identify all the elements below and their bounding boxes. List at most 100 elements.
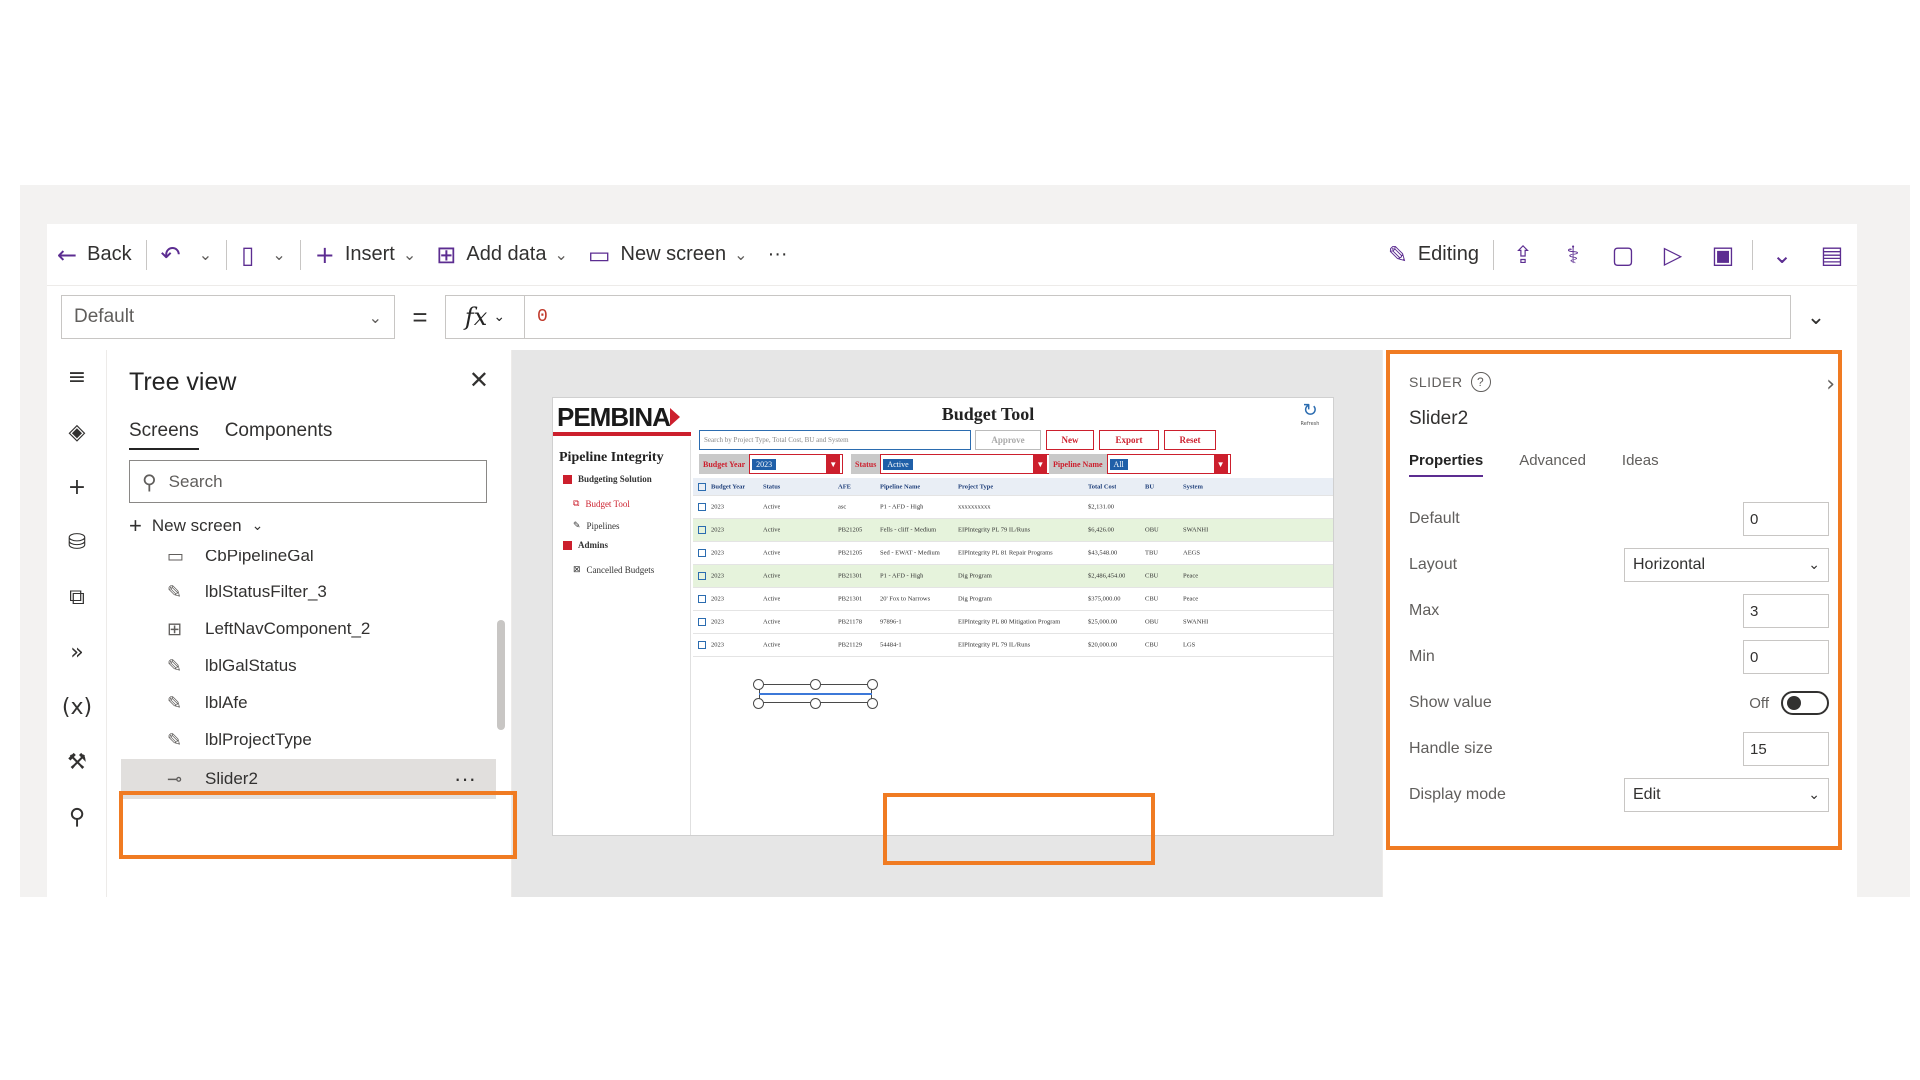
tab-components[interactable]: Components	[225, 420, 333, 450]
row-checkbox[interactable]	[698, 641, 706, 649]
help-icon[interactable]: ?	[1470, 372, 1491, 392]
table-row[interactable]: 2023 Active PB21301 P1 - AFD - High Dig Prog…	[693, 565, 1333, 588]
new-screen-tree-label: New screen	[151, 516, 242, 535]
tab-advanced[interactable]: Advanced	[1519, 452, 1586, 477]
media-rail-button[interactable]: ⧉	[47, 570, 107, 625]
tree-view-rail-button[interactable]: ◈	[47, 405, 107, 460]
add-data-button[interactable]: ⊞ Add data ⌄	[426, 235, 578, 275]
gallery-icon: ▭	[167, 550, 185, 567]
square-icon	[563, 540, 572, 550]
add-data-label: Add data	[466, 243, 547, 265]
formula-bar: Default ⌄ = fx ⌄ 0 ⌄	[47, 289, 1857, 345]
filter-budget-year[interactable]: Budget Year 2023 ▼	[699, 454, 844, 474]
advanced-tools-rail-button[interactable]: ⚒	[47, 735, 107, 790]
expand-formula-button[interactable]: ⌄	[1791, 305, 1841, 330]
data-rail-button[interactable]: ⛁	[47, 515, 107, 570]
undo-button[interactable]: ↶ ⌄	[151, 235, 223, 275]
table-row[interactable]: 2023 Active PB21205 Sed - EWAT - Medium EIPI…	[693, 542, 1333, 565]
hamburger-menu-button[interactable]: ≡	[47, 350, 107, 405]
resize-handle[interactable]	[810, 679, 821, 690]
resize-handle[interactable]	[867, 679, 878, 690]
filter-pipeline-name[interactable]: Pipeline Name All ▼	[1049, 454, 1231, 474]
close-icon[interactable]: ›	[1826, 372, 1835, 397]
new-screen-tree-button[interactable]: + New screen ⌄	[129, 513, 263, 539]
resize-handle[interactable]	[753, 679, 764, 690]
back-button[interactable]: ← Back	[47, 235, 142, 275]
min-input[interactable]: 0	[1743, 640, 1829, 674]
slider-thumb[interactable]	[810, 698, 821, 709]
tree-item-lblafe[interactable]: ✎ lblAfe	[167, 683, 248, 723]
max-input[interactable]: 3	[1743, 594, 1829, 628]
row-checkbox[interactable]	[698, 503, 706, 511]
row-checkbox[interactable]	[698, 618, 706, 626]
nav-pipelines[interactable]: ✎ Pipelines	[573, 520, 620, 531]
control-name[interactable]: Slider2	[1409, 408, 1468, 430]
resize-handle[interactable]	[867, 698, 878, 709]
row-checkbox[interactable]	[698, 572, 706, 580]
table-row[interactable]: 2023 Active PB21129 54484-1 EIPIntegrity PL …	[693, 634, 1333, 657]
table-row[interactable]: 2023 Active PB21205 Fells - cliff - Medium E…	[693, 519, 1333, 542]
more-commands-button[interactable]: ···	[758, 235, 798, 275]
table-row[interactable]: 2023 Active PB21178 97896-1 EIPIntegrity PL …	[693, 611, 1333, 634]
editing-button[interactable]: ✎ Editing	[1378, 235, 1489, 275]
handle-size-input[interactable]: 15	[1743, 732, 1829, 766]
property-dropdown[interactable]: Default ⌄	[61, 295, 395, 339]
share-button[interactable]: ⇪	[1498, 235, 1548, 275]
preview-button[interactable]: ▷	[1648, 235, 1698, 275]
select-all-checkbox[interactable]	[698, 482, 706, 491]
tab-ideas[interactable]: Ideas	[1622, 452, 1659, 477]
comments-button[interactable]: ▢	[1598, 235, 1648, 275]
insert-button[interactable]: + Insert ⌄	[305, 235, 427, 275]
label-edit-icon: ✎	[167, 655, 183, 677]
more-options-button[interactable]: ···	[454, 766, 476, 792]
row-checkbox[interactable]	[698, 595, 706, 603]
power-automate-rail-button[interactable]: »	[47, 625, 107, 680]
tree-item-lblgalstatus[interactable]: ✎ lblGalStatus	[167, 646, 297, 686]
app-search-input[interactable]: Search by Project Type, Total Cost, BU a…	[699, 430, 971, 450]
tab-properties[interactable]: Properties	[1409, 452, 1484, 477]
approve-button[interactable]: Approve	[975, 430, 1041, 450]
search-rail-button[interactable]: ⚲	[47, 790, 107, 845]
tree-scrollbar[interactable]	[497, 620, 505, 730]
nav-budgeting-solution[interactable]: Budgeting Solution	[563, 474, 652, 484]
tree-item-slider2[interactable]: ⊸ Slider2 ···	[121, 759, 496, 799]
new-screen-button[interactable]: ▭ New screen ⌄	[578, 235, 758, 275]
tree-item-lblprojecttype[interactable]: ✎ lblProjectType	[167, 720, 312, 760]
display-mode-value: Edit	[1633, 786, 1661, 803]
app-checker-button[interactable]: ⚕	[1548, 235, 1598, 275]
function-button[interactable]: fx ⌄	[445, 295, 525, 339]
paste-button[interactable]: ▯ ⌄	[231, 235, 296, 275]
refresh-icon: ↻	[1302, 400, 1318, 421]
nav-cancelled-budgets[interactable]: ⊠ Cancelled Budgets	[573, 564, 654, 575]
nav-admins[interactable]: Admins	[563, 540, 608, 550]
variables-rail-button[interactable]: (x)	[47, 680, 107, 735]
refresh-button[interactable]: ↻ Refresh	[1295, 400, 1325, 427]
export-button[interactable]: Export	[1099, 430, 1159, 450]
row-checkbox[interactable]	[698, 549, 706, 557]
slider2-control[interactable]	[753, 679, 878, 709]
new-button[interactable]: New	[1046, 430, 1094, 450]
save-options-button[interactable]: ⌄	[1757, 235, 1807, 275]
default-input[interactable]: 0	[1743, 502, 1829, 536]
tree-item-leftnavcomponent[interactable]: ⊞ LeftNavComponent_2	[167, 609, 370, 649]
tree-search-input[interactable]: ⚲ Search	[129, 460, 487, 503]
display-mode-dropdown[interactable]: Edit ⌄	[1624, 778, 1829, 812]
tree-item-lblstatusfilter[interactable]: ✎ lblStatusFilter_3	[167, 572, 327, 612]
formula-input[interactable]: 0	[525, 295, 1791, 339]
table-row[interactable]: 2023 Active asc P1 - AFD - High xxxxxxxxxx $2…	[693, 496, 1333, 519]
reset-button[interactable]: Reset	[1164, 430, 1216, 450]
save-button[interactable]: ▣	[1698, 235, 1748, 275]
table-row[interactable]: 2023 Active PB21301 20' Fox to Narrows Dig P…	[693, 588, 1333, 611]
insert-rail-button[interactable]: +	[47, 460, 107, 515]
row-checkbox[interactable]	[698, 526, 706, 534]
close-icon[interactable]: ✕	[469, 366, 489, 394]
table-cell: $2,486,454.00	[1088, 572, 1126, 580]
table-cell: PB21301	[838, 595, 863, 603]
nav-budget-tool[interactable]: ⧉ Budget Tool	[573, 498, 630, 509]
tab-screens[interactable]: Screens	[129, 420, 199, 450]
layout-dropdown[interactable]: Horizontal ⌄	[1624, 548, 1829, 582]
publish-button[interactable]: ▤	[1807, 235, 1857, 275]
show-value-toggle[interactable]	[1781, 691, 1829, 715]
resize-handle[interactable]	[753, 698, 764, 709]
filter-status[interactable]: Status Active ▼	[851, 454, 1051, 474]
